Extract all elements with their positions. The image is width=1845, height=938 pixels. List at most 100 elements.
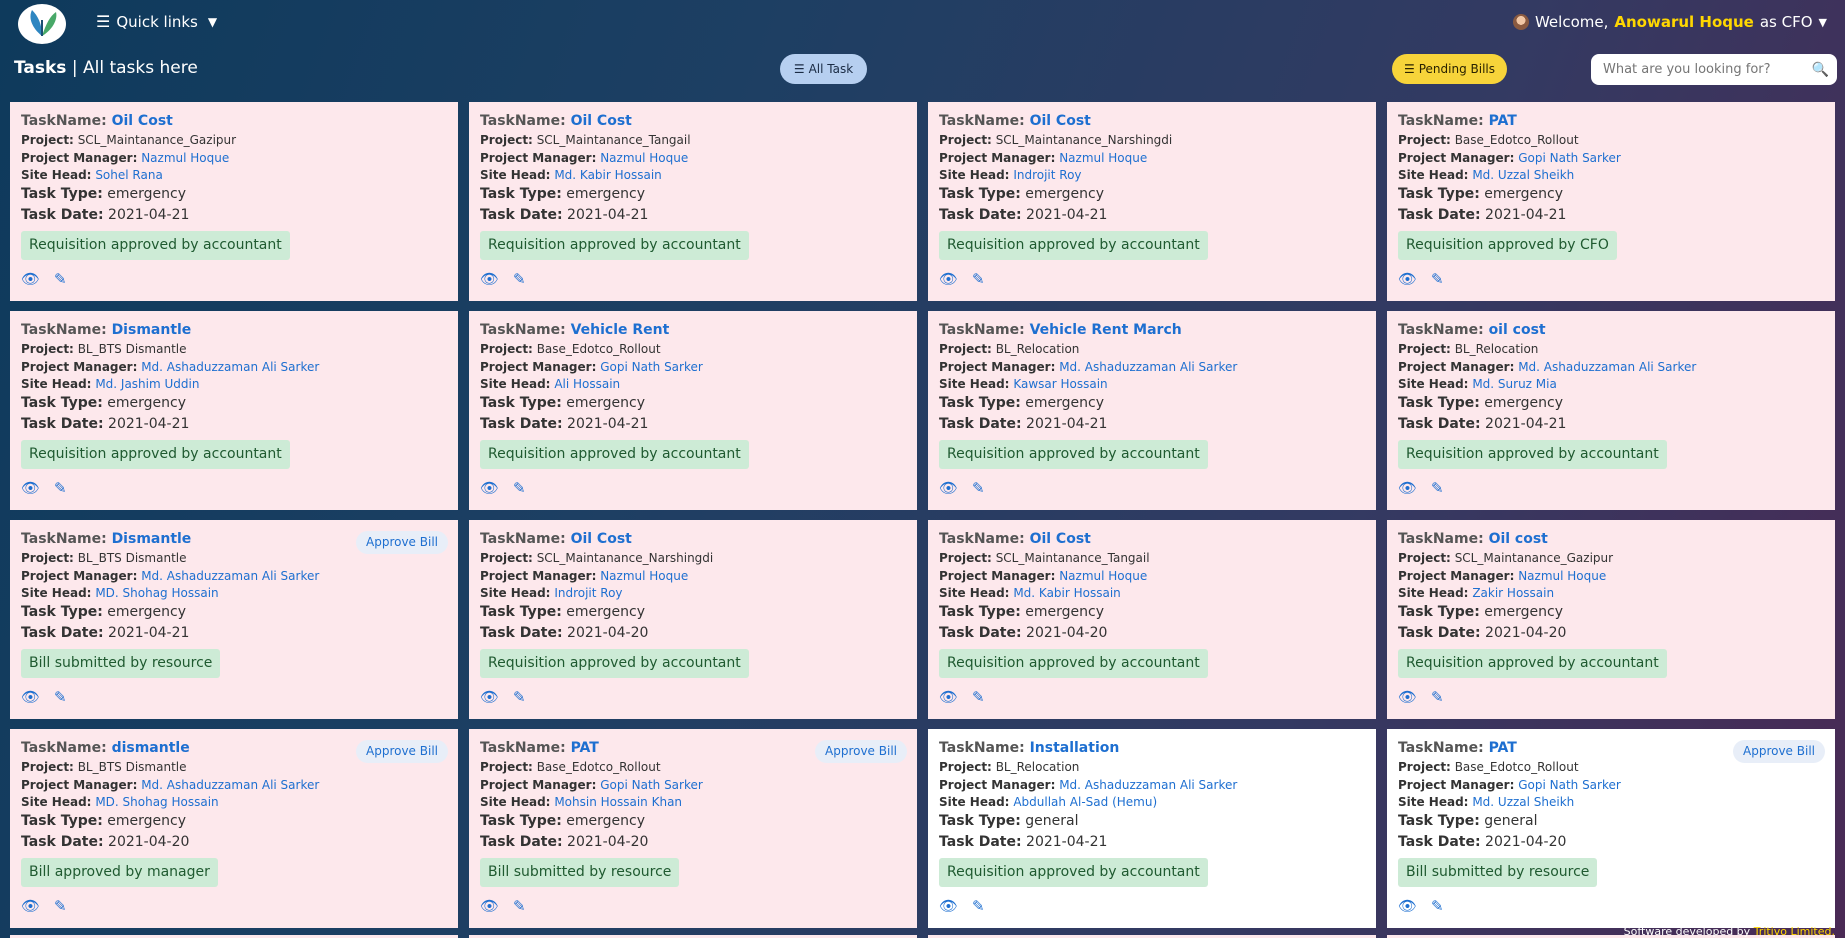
edit-icon[interactable]: ✎ xyxy=(972,478,985,500)
task-date-value: 2021-04-20 xyxy=(567,625,649,642)
site-head-link[interactable]: Md. Uzzal Sheikh xyxy=(1472,168,1574,182)
project-value: BL_Relocation xyxy=(1454,342,1539,357)
site-head-link[interactable]: Md. Kabir Hossain xyxy=(1013,586,1120,600)
quick-links-menu[interactable]: ☰ Quick links ▼ xyxy=(96,12,217,31)
edit-icon[interactable]: ✎ xyxy=(54,687,67,709)
edit-icon[interactable]: ✎ xyxy=(54,269,67,291)
company-logo[interactable] xyxy=(18,4,66,44)
edit-icon[interactable]: ✎ xyxy=(1431,687,1444,709)
view-eye-icon[interactable]: 👁 xyxy=(480,896,499,918)
all-task-button[interactable]: ☰ All Task xyxy=(780,54,867,84)
task-name-link[interactable]: dismantle xyxy=(112,740,190,756)
task-name-link[interactable]: PAT xyxy=(571,740,599,756)
approve-bill-button[interactable]: Approve Bill xyxy=(356,531,448,555)
task-name-link[interactable]: Oil Cost xyxy=(571,531,632,547)
project-manager-link[interactable]: Gopi Nath Sarker xyxy=(1518,151,1621,165)
user-menu[interactable]: Welcome, Anowarul Hoque as CFO ▼ xyxy=(1512,13,1827,31)
view-eye-icon[interactable]: 👁 xyxy=(939,269,958,291)
task-name-link[interactable]: oil cost xyxy=(1489,322,1546,338)
project-manager-link[interactable]: Md. Ashaduzzaman Ali Sarker xyxy=(1059,778,1237,792)
project-manager-link[interactable]: Nazmul Hoque xyxy=(1059,569,1147,583)
task-date-label: Task Date: xyxy=(480,625,563,642)
approve-bill-button[interactable]: Approve Bill xyxy=(1733,740,1825,764)
task-type-value: emergency xyxy=(107,395,187,412)
view-eye-icon[interactable]: 👁 xyxy=(1398,896,1417,918)
search-input[interactable] xyxy=(1603,62,1812,77)
edit-icon[interactable]: ✎ xyxy=(1431,269,1444,291)
edit-icon[interactable]: ✎ xyxy=(54,478,67,500)
view-eye-icon[interactable]: 👁 xyxy=(21,478,40,500)
site-head-link[interactable]: Md. Suruz Mia xyxy=(1472,377,1557,391)
site-head-link[interactable]: Abdullah Al-Sad (Hemu) xyxy=(1013,795,1157,809)
view-eye-icon[interactable]: 👁 xyxy=(1398,478,1417,500)
task-name-link[interactable]: PAT xyxy=(1489,113,1517,129)
edit-icon[interactable]: ✎ xyxy=(972,269,985,291)
site-head-link[interactable]: Md. Kabir Hossain xyxy=(554,168,661,182)
view-eye-icon[interactable]: 👁 xyxy=(21,687,40,709)
site-head-link[interactable]: Sohel Rana xyxy=(95,168,162,182)
task-type-label: Task Type: xyxy=(939,395,1021,412)
edit-icon[interactable]: ✎ xyxy=(513,269,526,291)
task-name-link[interactable]: Oil Cost xyxy=(112,113,173,129)
approve-bill-button[interactable]: Approve Bill xyxy=(815,740,907,764)
task-name-link[interactable]: Vehicle Rent March xyxy=(1030,322,1182,338)
site-head-link[interactable]: Kawsar Hossain xyxy=(1013,377,1107,391)
site-head-link[interactable]: Md. Uzzal Sheikh xyxy=(1472,795,1574,809)
view-eye-icon[interactable]: 👁 xyxy=(1398,687,1417,709)
edit-icon[interactable]: ✎ xyxy=(513,687,526,709)
project-manager-link[interactable]: Md. Ashaduzzaman Ali Sarker xyxy=(1518,360,1696,374)
task-name-link[interactable]: Installation xyxy=(1030,740,1120,756)
edit-icon[interactable]: ✎ xyxy=(513,478,526,500)
task-type-label: Task Type: xyxy=(21,813,103,830)
site-head-link[interactable]: Indrojit Roy xyxy=(554,586,622,600)
task-name-link[interactable]: Vehicle Rent xyxy=(571,322,670,338)
edit-icon[interactable]: ✎ xyxy=(1431,896,1444,918)
footer-company[interactable]: Tritivo Limited. xyxy=(1754,925,1835,938)
task-name-link[interactable]: Dismantle xyxy=(112,322,192,338)
project-manager-link[interactable]: Nazmul Hoque xyxy=(600,151,688,165)
search-icon[interactable]: 🔍 xyxy=(1812,62,1829,78)
project-manager-link[interactable]: Gopi Nath Sarker xyxy=(1518,778,1621,792)
site-head-link[interactable]: Md. Jashim Uddin xyxy=(95,377,199,391)
task-name-link[interactable]: Oil Cost xyxy=(571,113,632,129)
site-head-link[interactable]: MD. Shohag Hossain xyxy=(95,586,218,600)
view-eye-icon[interactable]: 👁 xyxy=(1398,269,1417,291)
site-head-link[interactable]: MD. Shohag Hossain xyxy=(95,795,218,809)
pending-bills-button[interactable]: ☰ Pending Bills xyxy=(1392,54,1507,84)
project-manager-link[interactable]: Nazmul Hoque xyxy=(1518,569,1606,583)
project-manager-link[interactable]: Gopi Nath Sarker xyxy=(600,360,703,374)
project-manager-link[interactable]: Nazmul Hoque xyxy=(1059,151,1147,165)
view-eye-icon[interactable]: 👁 xyxy=(939,896,958,918)
task-name-link[interactable]: Oil Cost xyxy=(1030,113,1091,129)
view-eye-icon[interactable]: 👁 xyxy=(21,896,40,918)
edit-icon[interactable]: ✎ xyxy=(54,896,67,918)
view-eye-icon[interactable]: 👁 xyxy=(480,687,499,709)
task-type-label: Task Type: xyxy=(939,813,1021,830)
view-eye-icon[interactable]: 👁 xyxy=(480,269,499,291)
project-manager-link[interactable]: Md. Ashaduzzaman Ali Sarker xyxy=(141,569,319,583)
task-name-link[interactable]: Oil Cost xyxy=(1030,531,1091,547)
site-head-link[interactable]: Zakir Hossain xyxy=(1472,586,1554,600)
chevron-down-icon: ▼ xyxy=(1818,15,1827,29)
edit-icon[interactable]: ✎ xyxy=(1431,478,1444,500)
view-eye-icon[interactable]: 👁 xyxy=(480,478,499,500)
task-name-link[interactable]: Dismantle xyxy=(112,531,192,547)
view-eye-icon[interactable]: 👁 xyxy=(939,687,958,709)
site-head-link[interactable]: Indrojit Roy xyxy=(1013,168,1081,182)
site-head-link[interactable]: Ali Hossain xyxy=(554,377,620,391)
project-manager-link[interactable]: Gopi Nath Sarker xyxy=(600,778,703,792)
edit-icon[interactable]: ✎ xyxy=(972,687,985,709)
project-manager-link[interactable]: Md. Ashaduzzaman Ali Sarker xyxy=(141,778,319,792)
task-name-link[interactable]: Oil cost xyxy=(1489,531,1548,547)
approve-bill-button[interactable]: Approve Bill xyxy=(356,740,448,764)
site-head-link[interactable]: Mohsin Hossain Khan xyxy=(554,795,682,809)
edit-icon[interactable]: ✎ xyxy=(972,896,985,918)
view-eye-icon[interactable]: 👁 xyxy=(21,269,40,291)
project-manager-link[interactable]: Nazmul Hoque xyxy=(600,569,688,583)
project-manager-link[interactable]: Md. Ashaduzzaman Ali Sarker xyxy=(141,360,319,374)
project-manager-link[interactable]: Md. Ashaduzzaman Ali Sarker xyxy=(1059,360,1237,374)
edit-icon[interactable]: ✎ xyxy=(513,896,526,918)
project-manager-link[interactable]: Nazmul Hoque xyxy=(141,151,229,165)
view-eye-icon[interactable]: 👁 xyxy=(939,478,958,500)
task-name-link[interactable]: PAT xyxy=(1489,740,1517,756)
